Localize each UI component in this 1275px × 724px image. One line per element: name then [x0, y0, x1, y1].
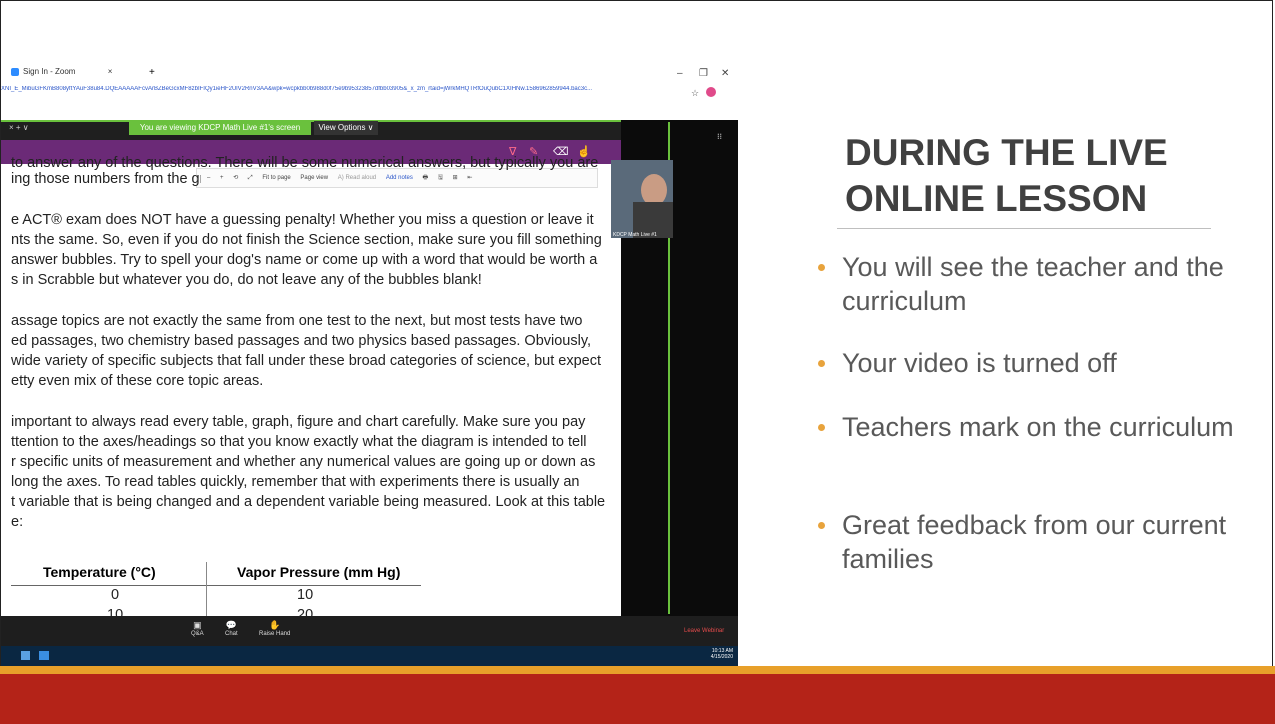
doc-line: nts the same. So, even if you do not fin… — [11, 232, 602, 248]
footer-bar — [0, 674, 1275, 724]
doc-line: ing those numbers from the graphs, table… — [11, 171, 201, 187]
doc-line: etty even mix of these core topic areas. — [11, 373, 264, 389]
zoom-tab-marker[interactable]: × + ∨ — [9, 123, 29, 132]
restore-button[interactable]: ❐ — [699, 68, 708, 79]
slide-title: DURING THE LIVE ONLINE LESSON — [845, 132, 1168, 219]
doc-line: important to always read every table, gr… — [11, 414, 586, 430]
footer-stripe — [0, 666, 1275, 674]
doc-line: s in Scrabble but whatever you do, do no… — [11, 272, 482, 288]
qa-label: Q&A — [191, 631, 204, 637]
table-header: Vapor Pressure (mm Hg) — [237, 564, 401, 580]
table-divider — [206, 562, 207, 622]
address-bar[interactable]: XNI_E_MibuGFKmB808yftYAuF38u84.DQEAAAAAF… — [1, 86, 738, 104]
doc-line: e: — [11, 514, 24, 530]
qa-button[interactable]: ▣ Q&A — [191, 620, 204, 637]
zoom-logo-icon — [11, 67, 19, 76]
close-button[interactable]: ✕ — [721, 68, 729, 79]
screenshot-embed: Sign In - Zoom × + – ❐ ✕ XNI_E_MibuGFKmB… — [1, 64, 738, 666]
bullet-text: Teachers mark on the curriculum — [842, 412, 1234, 442]
bullet-dot — [818, 424, 825, 431]
table-cell: 0 — [111, 587, 120, 603]
tab-close-icon[interactable]: × — [108, 67, 113, 76]
view-options-button[interactable]: View Options ∨ — [314, 121, 378, 135]
viewing-banner: You are viewing KDCP Math Live #1's scre… — [129, 121, 311, 135]
browser-tab-bar: Sign In - Zoom × + – ❐ ✕ — [1, 64, 738, 86]
star-icon[interactable]: ☆ — [691, 88, 699, 99]
bullet-item: You will see the teacher and the curricu… — [818, 250, 1238, 318]
table-cell: 10 — [297, 587, 314, 603]
raise-hand-button[interactable]: ✋ Raise Hand — [259, 620, 290, 637]
doc-line: ttention to the axes/headings so that yo… — [11, 434, 587, 450]
doc-line: wide variety of specific subjects that f… — [11, 353, 601, 369]
new-tab-button[interactable]: + — [149, 67, 155, 78]
clock[interactable]: 10:13 AM 4/15/2020 — [701, 648, 733, 660]
doc-line: t variable that is being changed and a d… — [11, 494, 606, 510]
doc-line: assage topics are not exactly the same f… — [11, 313, 583, 329]
bullet-item: Your video is turned off — [818, 346, 1238, 380]
bullet-text: You will see the teacher and the curricu… — [842, 252, 1224, 316]
teams-icon[interactable] — [21, 651, 30, 660]
participant-label: KDCP Math Live #1 — [613, 232, 657, 238]
raise-hand-label: Raise Hand — [259, 631, 291, 637]
bullet-dot — [818, 360, 825, 367]
table-rule — [11, 585, 421, 586]
bullet-text: Your video is turned off — [842, 348, 1117, 378]
table-header: Temperature (°C) — [43, 564, 156, 580]
bullet-item: Teachers mark on the curriculum — [818, 410, 1238, 444]
clock-date: 4/15/2020 — [710, 654, 733, 660]
leave-webinar-button[interactable]: Leave Webinar — [684, 628, 724, 634]
bullet-text: Great feedback from our current families — [842, 510, 1227, 574]
bullet-dot — [818, 264, 825, 271]
raise-hand-icon: ✋ — [269, 620, 281, 630]
zoom-control-bar: ▣ Q&A 💬 Chat ✋ Raise Hand Leave Webinar — [1, 616, 738, 646]
tab-title: Sign In - Zoom — [23, 67, 76, 76]
profile-avatar[interactable] — [706, 87, 716, 97]
doc-line: e ACT® exam does NOT have a guessing pen… — [11, 212, 594, 228]
more-icon[interactable]: ⁝⁝ — [717, 132, 722, 141]
doc-line: ed passages, two chemistry based passage… — [11, 333, 592, 349]
teacher-video — [611, 160, 673, 238]
doc-line: r specific units of measurement and whet… — [11, 454, 596, 470]
url-text: XNI_E_MibuGFKmB808yftYAuF38u84.DQEAAAAAF… — [1, 86, 593, 92]
chat-icon: 💬 — [225, 620, 237, 630]
minimize-button[interactable]: – — [677, 68, 683, 79]
taskbar-app-icon[interactable] — [39, 651, 49, 660]
qa-icon: ▣ — [193, 620, 202, 630]
windows-taskbar: 10:13 AM 4/15/2020 — [1, 646, 738, 666]
title-rule — [837, 228, 1211, 229]
doc-line: answer bubbles. Try to spell your dog's … — [11, 252, 598, 268]
bullet-item: Great feedback from our current families — [818, 508, 1238, 576]
bullet-dot — [818, 522, 825, 529]
browser-tab[interactable]: Sign In - Zoom × — [11, 67, 141, 85]
doc-line: long the axes. To read tables quickly, r… — [11, 474, 580, 490]
chat-button[interactable]: 💬 Chat — [225, 620, 238, 637]
chat-label: Chat — [225, 631, 238, 637]
